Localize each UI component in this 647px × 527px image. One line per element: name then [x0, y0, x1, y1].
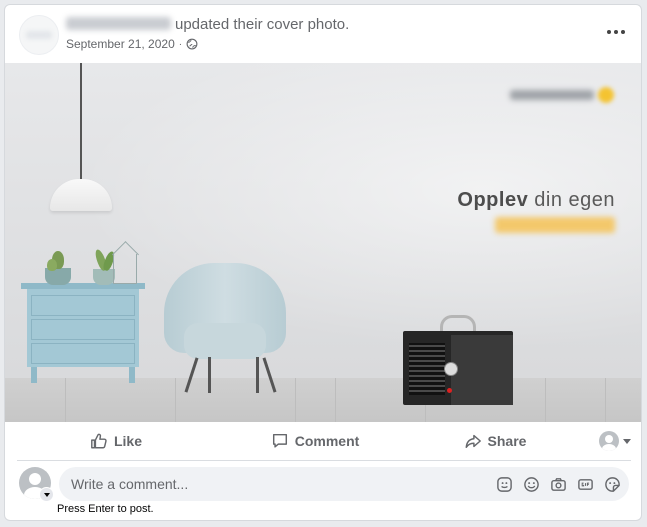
- more-horizontal-icon: [607, 30, 611, 34]
- like-button[interactable]: Like: [17, 422, 215, 460]
- profile-avatar-icon: [599, 431, 619, 451]
- plant-pot-2: [93, 269, 115, 285]
- press-enter-hint: Press Enter to post.: [57, 503, 154, 515]
- sticker-face-icon[interactable]: [603, 475, 621, 493]
- like-label: Like: [113, 433, 142, 449]
- post-header: updated their cover photo. September 21,…: [5, 5, 641, 63]
- floor: [5, 378, 641, 422]
- headline-bold: Opplev: [457, 189, 529, 211]
- post-card: updated their cover photo. September 21,…: [4, 4, 642, 521]
- globe-icon[interactable]: [186, 38, 198, 50]
- post-actions: Like Comment Share: [17, 422, 631, 461]
- comment-label: Comment: [294, 433, 360, 449]
- emoji-icon[interactable]: [522, 475, 540, 493]
- cover-headline: Opplev din egen: [457, 189, 615, 212]
- post-action-text: updated their cover photo.: [175, 16, 350, 33]
- terrarium: [113, 254, 137, 284]
- more-options-button[interactable]: [601, 19, 631, 45]
- ozone-generator-product: [403, 313, 513, 405]
- post-date[interactable]: September 21, 2020: [66, 37, 175, 51]
- headline-rest: din egen: [528, 189, 615, 211]
- gif-icon[interactable]: [576, 475, 594, 493]
- meta-separator: ·: [178, 38, 183, 50]
- comment-composer: [19, 467, 631, 503]
- cover-photo[interactable]: Opplev din egen: [5, 63, 641, 422]
- comment-bubble-icon: [272, 433, 287, 448]
- comment-button[interactable]: Comment: [215, 422, 415, 460]
- page-avatar[interactable]: [19, 15, 59, 55]
- post-meta: September 21, 2020 ·: [66, 37, 198, 51]
- camera-icon[interactable]: [549, 475, 567, 493]
- armchair: [160, 263, 292, 393]
- headline-redacted: [495, 217, 615, 233]
- share-button[interactable]: Share: [415, 422, 575, 460]
- comment-tools: [495, 475, 621, 493]
- share-arrow-icon: [465, 434, 481, 449]
- dresser: [21, 283, 145, 383]
- thumbs-up-icon: [91, 433, 107, 449]
- sticker-icon[interactable]: [495, 475, 513, 493]
- post-headline: updated their cover photo.: [66, 16, 349, 33]
- reaction-profile-selector[interactable]: [575, 422, 631, 460]
- chevron-down-icon[interactable]: [39, 487, 54, 502]
- caret-down-icon: [623, 438, 631, 444]
- brand-logo-redacted: [510, 87, 614, 103]
- page-name-redacted[interactable]: [66, 17, 171, 30]
- share-label: Share: [487, 433, 527, 449]
